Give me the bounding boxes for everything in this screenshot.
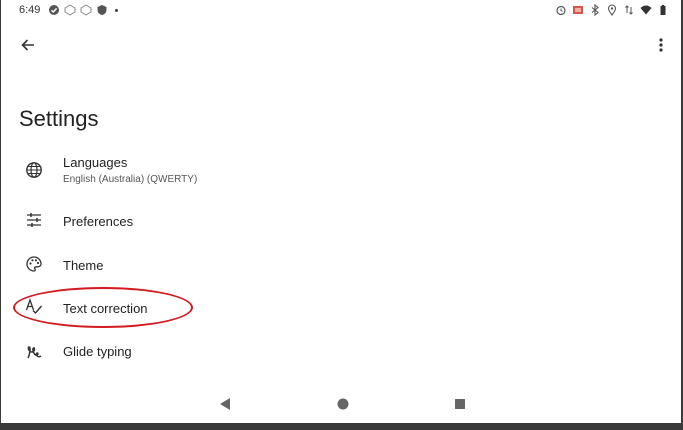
globe-icon bbox=[23, 159, 45, 181]
shield-icon bbox=[97, 5, 107, 15]
settings-item-label: Theme bbox=[63, 258, 104, 273]
back-triangle-icon bbox=[220, 398, 230, 410]
status-bar: 6:49 bbox=[1, 0, 681, 22]
settings-screen: 6:49 Settings Languages English (Austral… bbox=[1, 0, 681, 423]
settings-item-subtitle: English (Australia) (QWERTY) bbox=[63, 174, 198, 185]
settings-item-label: Text correction bbox=[63, 301, 148, 316]
settings-item-text-correction[interactable]: Text correction bbox=[1, 287, 681, 327]
notification-icon bbox=[80, 4, 92, 16]
home-circle-icon bbox=[337, 398, 349, 410]
settings-item-label: Glide typing bbox=[63, 344, 132, 359]
nav-home-button[interactable] bbox=[332, 395, 354, 413]
arrow-left-icon bbox=[21, 39, 34, 51]
back-button[interactable] bbox=[15, 32, 41, 58]
data-arrows-icon bbox=[625, 5, 633, 15]
settings-item-preferences[interactable]: Preferences bbox=[1, 200, 681, 240]
more-notifications-dot bbox=[115, 8, 119, 12]
settings-item-label: Languages bbox=[63, 155, 128, 170]
settings-item-languages[interactable]: Languages English (Australia) (QWERTY) bbox=[1, 150, 681, 190]
settings-item-glide-typing[interactable]: Glide typing bbox=[1, 330, 681, 370]
page-title: Settings bbox=[19, 106, 99, 131]
more-options-button[interactable] bbox=[651, 32, 671, 58]
navigation-bar bbox=[1, 385, 681, 423]
status-time: 6:49 bbox=[19, 4, 41, 16]
nav-recents-button[interactable] bbox=[449, 395, 471, 413]
palette-icon bbox=[23, 253, 45, 275]
location-icon bbox=[607, 4, 617, 16]
glide-icon bbox=[23, 341, 45, 363]
bluetooth-icon bbox=[591, 4, 599, 16]
battery-saver-icon bbox=[573, 6, 583, 14]
notification-icon bbox=[64, 4, 76, 16]
battery-icon bbox=[660, 5, 666, 15]
text-correction-icon bbox=[23, 296, 45, 318]
wifi-icon bbox=[640, 5, 652, 15]
status-left: 6:49 bbox=[19, 4, 119, 16]
status-right bbox=[555, 4, 669, 16]
settings-item-theme[interactable]: Theme bbox=[1, 244, 681, 284]
check-circle-icon bbox=[49, 5, 60, 15]
nav-back-button[interactable] bbox=[214, 395, 236, 413]
settings-item-label: Preferences bbox=[63, 214, 134, 229]
sliders-icon bbox=[23, 209, 45, 231]
recents-square-icon bbox=[455, 399, 465, 409]
more-vertical-icon bbox=[659, 38, 663, 52]
alarm-icon bbox=[556, 5, 566, 16]
